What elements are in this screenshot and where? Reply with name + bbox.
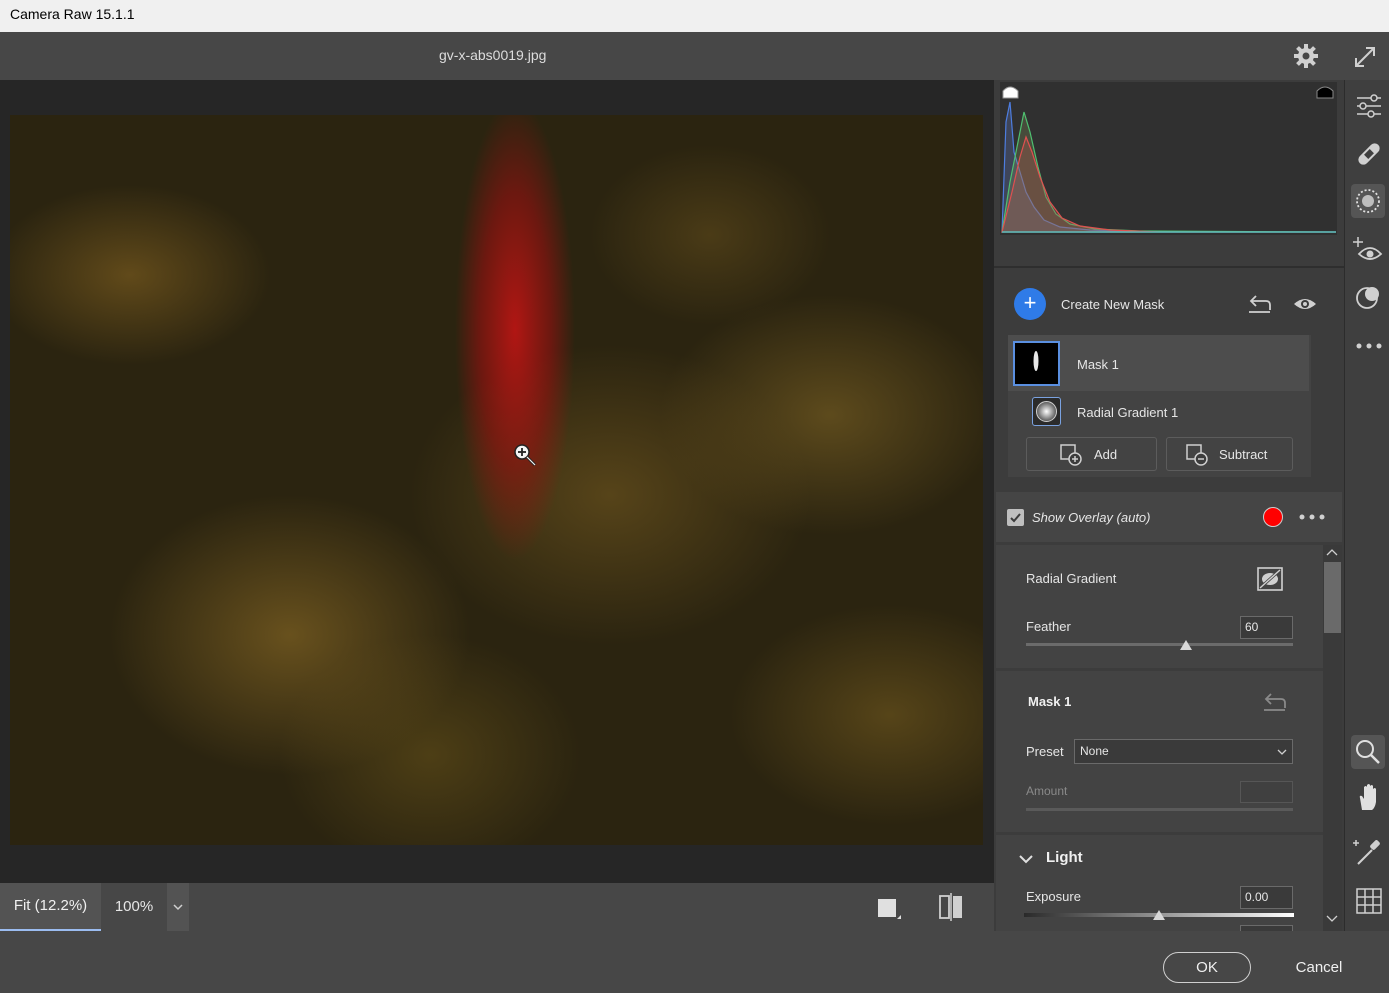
- add-label: Add: [1094, 447, 1118, 462]
- scroll-down-icon[interactable]: [1326, 914, 1338, 924]
- color-sampler-icon[interactable]: [1352, 836, 1386, 870]
- create-new-mask-button[interactable]: +: [1014, 288, 1046, 320]
- light-section-title[interactable]: Light: [1046, 849, 1083, 866]
- radial-gradient-icon: [1036, 401, 1057, 422]
- window-title: Camera Raw 15.1.1: [0, 0, 1389, 32]
- tool-strip: [1344, 80, 1389, 931]
- zoom-in-cursor-icon: [514, 444, 537, 467]
- top-bar: [0, 32, 1389, 80]
- component-name[interactable]: Radial Gradient 1: [1077, 405, 1178, 420]
- reset-mask-icon[interactable]: [1261, 690, 1287, 714]
- red-eye-icon[interactable]: [1352, 234, 1386, 268]
- more-options-icon[interactable]: [1298, 509, 1326, 525]
- ok-button[interactable]: OK: [1163, 952, 1251, 983]
- exposure-input[interactable]: 0.00: [1240, 886, 1293, 909]
- hand-icon[interactable]: [1352, 780, 1386, 814]
- more-icon[interactable]: [1352, 329, 1386, 363]
- mask-name[interactable]: Mask 1: [1077, 357, 1119, 372]
- photo-preview[interactable]: [10, 115, 983, 845]
- masking-tool[interactable]: [1351, 184, 1385, 218]
- grid-icon[interactable]: [1352, 884, 1386, 918]
- create-new-mask-label[interactable]: Create New Mask: [1061, 297, 1164, 312]
- file-name: gv-x-abs0019.jpg: [439, 47, 547, 63]
- mask-settings-title: Mask 1: [1028, 694, 1072, 709]
- radial-gradient-component[interactable]: [1032, 397, 1061, 426]
- zoom-icon: [1356, 740, 1380, 764]
- show-overlay-label[interactable]: Show Overlay (auto): [1032, 510, 1151, 525]
- exposure-slider-thumb[interactable]: [1153, 910, 1165, 920]
- cancel-button[interactable]: Cancel: [1283, 952, 1355, 983]
- cycle-view-icon[interactable]: [876, 896, 902, 922]
- show-overlay-checkbox[interactable]: [1007, 509, 1024, 526]
- subtract-button[interactable]: Subtract: [1166, 437, 1293, 471]
- edit-sliders-icon[interactable]: [1352, 89, 1386, 123]
- mask-thumbnail[interactable]: [1013, 341, 1060, 386]
- chevron-down-icon[interactable]: [1018, 851, 1034, 867]
- before-after-icon[interactable]: [937, 892, 965, 922]
- presets-icon[interactable]: [1352, 281, 1386, 315]
- feather-input[interactable]: 60: [1240, 616, 1293, 639]
- preset-dropdown[interactable]: None: [1074, 739, 1293, 764]
- chevron-down-icon: [173, 904, 183, 911]
- zoom-dropdown[interactable]: [167, 883, 189, 931]
- radial-gradient-title: Radial Gradient: [1026, 571, 1117, 586]
- feather-label: Feather: [1026, 619, 1071, 634]
- feather-slider-thumb[interactable]: [1180, 640, 1193, 650]
- preset-label: Preset: [1026, 744, 1064, 759]
- expand-icon[interactable]: [1352, 44, 1378, 70]
- amount-label: Amount: [1026, 784, 1068, 798]
- amount-input: [1240, 781, 1293, 803]
- healing-brush-icon[interactable]: [1352, 137, 1386, 171]
- feather-slider[interactable]: [1026, 643, 1293, 646]
- gear-icon[interactable]: [1292, 42, 1320, 70]
- chevron-down-icon: [1277, 749, 1287, 755]
- scrollbar-thumb[interactable]: [1324, 562, 1341, 633]
- reset-icon[interactable]: [1246, 292, 1272, 316]
- histogram-graph: [1001, 101, 1337, 233]
- exposure-label: Exposure: [1026, 889, 1081, 904]
- amount-slider: [1026, 808, 1293, 811]
- add-button[interactable]: Add: [1026, 437, 1157, 471]
- mask-preview-icon: [1033, 351, 1039, 371]
- overlay-color-swatch[interactable]: [1263, 507, 1283, 527]
- scroll-up-icon[interactable]: [1326, 547, 1338, 557]
- subtract-component-icon: [1186, 444, 1208, 466]
- highlight-clipping-icon[interactable]: [1316, 83, 1334, 99]
- invert-icon[interactable]: [1256, 566, 1284, 592]
- zoom-fit-button[interactable]: Fit (12.2%): [0, 883, 101, 931]
- preset-value: None: [1080, 744, 1109, 758]
- zoom-100-button[interactable]: 100%: [101, 883, 167, 931]
- zoom-tool[interactable]: [1351, 735, 1385, 769]
- checkmark-icon: [1010, 513, 1021, 523]
- eye-icon[interactable]: [1292, 292, 1318, 316]
- histogram: [1000, 82, 1337, 235]
- masking-icon: [1356, 189, 1380, 213]
- subtract-label: Subtract: [1219, 447, 1268, 462]
- radial-gradient-card: [996, 545, 1323, 668]
- add-component-icon: [1060, 444, 1082, 466]
- shadow-clipping-icon[interactable]: [1002, 83, 1019, 99]
